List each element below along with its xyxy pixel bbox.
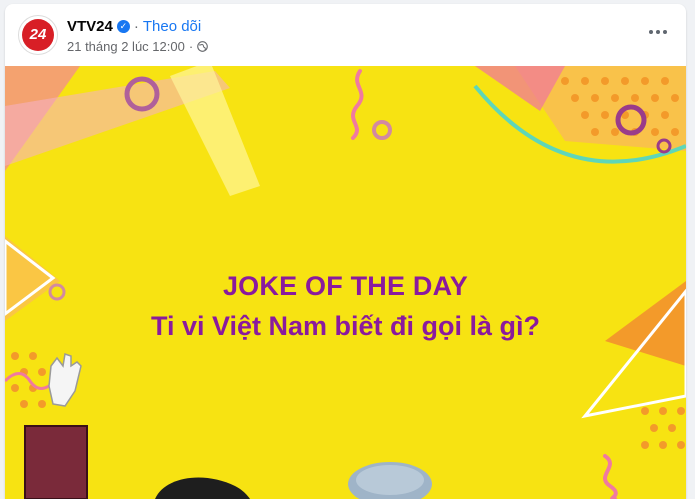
follow-link[interactable]: Theo dõi [143, 18, 201, 35]
name-row: VTV24 ✓ · Theo dõi [67, 16, 201, 36]
more-dot [656, 30, 660, 34]
post-image[interactable]: JOKE OF THE DAY Ti vi Việt Nam biết đi g… [5, 66, 686, 499]
post-header: 24 VTV24 ✓ · Theo dõi 21 tháng 2 lúc 12:… [5, 4, 686, 66]
post-meta: 21 tháng 2 lúc 12:00 · [67, 38, 208, 54]
meta-separator: · [188, 38, 194, 54]
deco-ring-small [372, 120, 392, 140]
satellite-dish-inner [356, 465, 424, 495]
joke-title: JOKE OF THE DAY [222, 271, 469, 301]
deco-squiggle [351, 69, 364, 140]
joke-question: Ti vi Việt Nam biết đi gọi là gì? [150, 311, 541, 341]
avatar-logo: 24 [22, 19, 54, 51]
more-dot [649, 30, 653, 34]
deco-right-dots [641, 407, 685, 449]
globe-icon[interactable] [197, 40, 208, 52]
waving-hand-icon [48, 353, 82, 407]
figure-sleeve [25, 426, 87, 499]
post-card: 24 VTV24 ✓ · Theo dõi 21 tháng 2 lúc 12:… [5, 4, 686, 499]
more-dot [663, 30, 667, 34]
separator-dot: · [133, 17, 139, 35]
verified-badge-icon: ✓ [116, 19, 130, 33]
deco-stripe [170, 66, 260, 196]
page-avatar[interactable]: 24 [18, 15, 58, 55]
more-options-icon[interactable] [644, 20, 672, 44]
post-timestamp[interactable]: 21 tháng 2 lúc 12:00 [67, 39, 185, 54]
avatar-text: 24 [29, 26, 47, 43]
figure-hair [155, 477, 250, 499]
deco-right-squiggle [603, 454, 618, 499]
page-name[interactable]: VTV24 [67, 18, 113, 35]
